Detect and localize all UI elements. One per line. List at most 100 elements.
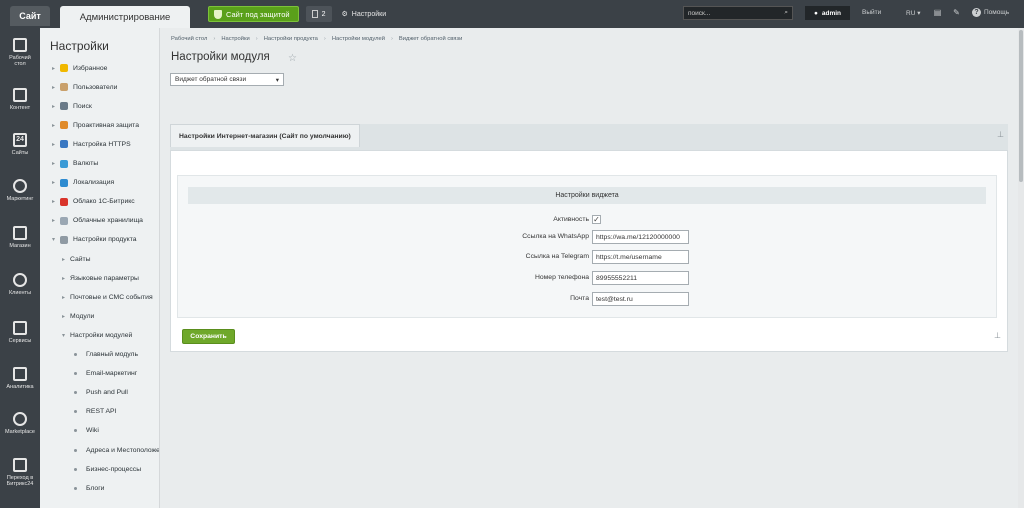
settings-top-button[interactable]: ⚙ Настройки xyxy=(341,10,387,19)
layers-icon xyxy=(13,321,27,335)
breadcrumb-item[interactable]: Настройки модулей xyxy=(332,36,385,42)
chevron-right-icon[interactable]: ▸ xyxy=(52,84,60,91)
admin-tab[interactable]: Администрирование xyxy=(60,6,190,28)
chevron-right-icon[interactable]: ▸ xyxy=(52,65,60,72)
site-tab[interactable]: Сайт xyxy=(10,6,50,26)
menu-item[interactable]: ▸ Настройка HTTPS xyxy=(52,138,131,150)
chevron-right-icon[interactable]: ▸ xyxy=(52,198,60,205)
telegram-field[interactable] xyxy=(592,250,689,264)
chart-icon xyxy=(13,367,27,381)
menu-item-label: Wiki xyxy=(86,427,99,435)
clients-icon xyxy=(13,273,27,287)
notifications-button[interactable]: 2 xyxy=(305,6,332,22)
menu-item[interactable]: ▸ Локализация xyxy=(52,177,114,189)
bullet-icon xyxy=(74,353,77,356)
phone-field[interactable] xyxy=(592,271,689,285)
pin-icon[interactable]: ⊥ xyxy=(994,331,1001,340)
chevron-down-icon[interactable]: ▾ xyxy=(52,236,60,243)
menu-item[interactable]: ▸ Избранное xyxy=(52,62,107,74)
gear-icon: ⚙ xyxy=(341,11,348,18)
menu-item-label: Модули xyxy=(70,312,95,320)
page-scrollbar[interactable] xyxy=(1018,28,1024,508)
chevron-down-icon[interactable]: ▾ xyxy=(62,332,70,339)
site-protected-button[interactable]: Сайт под защитой xyxy=(208,6,299,22)
shield-icon xyxy=(214,9,222,19)
search-input[interactable]: поиск... ⌕ xyxy=(683,6,793,20)
chevron-right-icon[interactable]: ▸ xyxy=(62,275,70,282)
active-checkbox[interactable]: ✓ xyxy=(592,215,601,224)
menu-item[interactable]: ▸ Поиск xyxy=(52,100,92,112)
menu-item[interactable]: ▸ Языковые параметры xyxy=(62,272,139,284)
chevron-right-icon[interactable]: ▸ xyxy=(52,122,60,129)
menu-item[interactable]: Бизнес-процессы xyxy=(74,463,141,475)
breadcrumb-item[interactable]: Настройки продукта xyxy=(264,36,318,42)
menu-item[interactable]: ▾ Настройки продукта xyxy=(52,234,137,246)
bullet-icon xyxy=(74,486,77,490)
favorite-star-icon[interactable]: ☆ xyxy=(288,53,297,64)
menu-item[interactable]: Email-маркетинг xyxy=(74,368,137,380)
tab-store-settings[interactable]: Настройки Интернет-магазин (Сайт по умол… xyxy=(170,124,360,147)
telegram-row: Ссылка на Telegram xyxy=(178,250,998,264)
menu-item[interactable]: ▸ Модули xyxy=(62,310,94,322)
email-label: Почта xyxy=(570,295,589,302)
leftbar-item-bitrix24[interactable]: Переход в Битрикс24 xyxy=(0,458,40,487)
leftbar-item-desktop[interactable]: Рабочий стол xyxy=(0,38,40,67)
menu-item[interactable]: Push and Pull xyxy=(74,387,128,399)
chevron-right-icon[interactable]: ▸ xyxy=(52,103,60,110)
leftbar-item-marketing[interactable]: Маркетинг xyxy=(0,179,40,202)
menu-item[interactable]: Адреса и Местоположения xyxy=(74,444,159,456)
menu-item[interactable]: ▸ Проактивная защита xyxy=(52,119,139,131)
panel-toggle-icon[interactable]: ▤ xyxy=(933,8,942,17)
menu-item[interactable]: Wiki xyxy=(74,425,99,437)
chevron-right-icon[interactable]: ▸ xyxy=(52,179,60,186)
leftbar-label: Магазин xyxy=(9,243,31,249)
save-button[interactable]: Сохранить xyxy=(182,329,235,344)
user-icon xyxy=(60,83,68,92)
leftbar-item-marketplace[interactable]: Marketplace xyxy=(0,412,40,435)
site-protected-label: Сайт под защитой xyxy=(226,9,290,19)
leftbar-label: Маркетинг xyxy=(6,196,34,202)
chevron-right-icon[interactable]: ▸ xyxy=(62,256,70,263)
menu-item[interactable]: ▸ Сайты xyxy=(62,253,91,265)
breadcrumb-item[interactable]: Настройки xyxy=(221,36,249,42)
menu-item[interactable]: Блоги xyxy=(74,482,104,494)
menu-item[interactable]: ▾ Настройки модулей xyxy=(62,329,132,341)
menu-item[interactable]: ▸ Почтовые и СМС события xyxy=(62,291,153,303)
whatsapp-field[interactable] xyxy=(592,230,689,244)
menu-item[interactable]: ▸ Облако 1С-Битрикс xyxy=(52,196,135,208)
menu-item[interactable]: ▸ Пользователи xyxy=(52,81,117,93)
logout-link[interactable]: Выйти xyxy=(862,9,881,16)
menu-item[interactable]: ▸ Валюты xyxy=(52,158,98,170)
chevron-right-icon[interactable]: ▸ xyxy=(52,160,60,167)
breadcrumb-item[interactable]: Виджет обратной связи xyxy=(399,36,462,42)
leftbar-item-shop[interactable]: Магазин xyxy=(0,226,40,249)
breadcrumb-item[interactable]: Рабочий стол xyxy=(171,36,207,42)
pin-icon[interactable]: ✎ xyxy=(952,8,961,17)
menu-item-label: Облако 1С-Битрикс xyxy=(73,198,135,206)
leftbar-label: Клиенты xyxy=(8,290,32,296)
shield-icon xyxy=(60,121,68,130)
module-select[interactable]: Виджет обратной связи ▾ xyxy=(170,73,284,86)
email-field[interactable] xyxy=(592,292,689,306)
user-button[interactable]: ● admin xyxy=(805,6,850,20)
menu-item[interactable]: ▸ Облачные хранилища xyxy=(52,215,143,227)
chevron-right-icon[interactable]: ▸ xyxy=(62,294,70,301)
active-label: Активность xyxy=(553,216,589,223)
settings-menu: Настройки ▸ Избранное ▸ Пользователи ▸ Поиск ▸… xyxy=(40,28,160,508)
leftbar-item-services[interactable]: Сервисы xyxy=(0,321,40,344)
chevron-right-icon[interactable]: ▸ xyxy=(52,217,60,224)
menu-item[interactable]: REST API xyxy=(74,406,116,418)
chevron-right-icon[interactable]: ▸ xyxy=(62,313,70,320)
chevron-right-icon[interactable]: ▸ xyxy=(52,141,60,148)
leftbar-item-sites[interactable]: 24 Сайты xyxy=(0,133,40,156)
menu-item[interactable]: Главный модуль xyxy=(74,349,138,361)
help-button[interactable]: ? Помощь xyxy=(972,8,1009,17)
leftbar-item-content[interactable]: Контент xyxy=(0,88,40,111)
menu-item-label: Бизнес-процессы xyxy=(86,465,142,473)
pin-icon[interactable]: ⊥ xyxy=(997,130,1004,139)
language-select[interactable]: RU ▾ xyxy=(906,9,920,17)
leftbar-item-clients[interactable]: Клиенты xyxy=(0,273,40,296)
search-icon[interactable]: ⌕ xyxy=(784,9,788,17)
scrollbar-thumb[interactable] xyxy=(1019,30,1023,182)
leftbar-item-analytics[interactable]: Аналитика xyxy=(0,367,40,390)
